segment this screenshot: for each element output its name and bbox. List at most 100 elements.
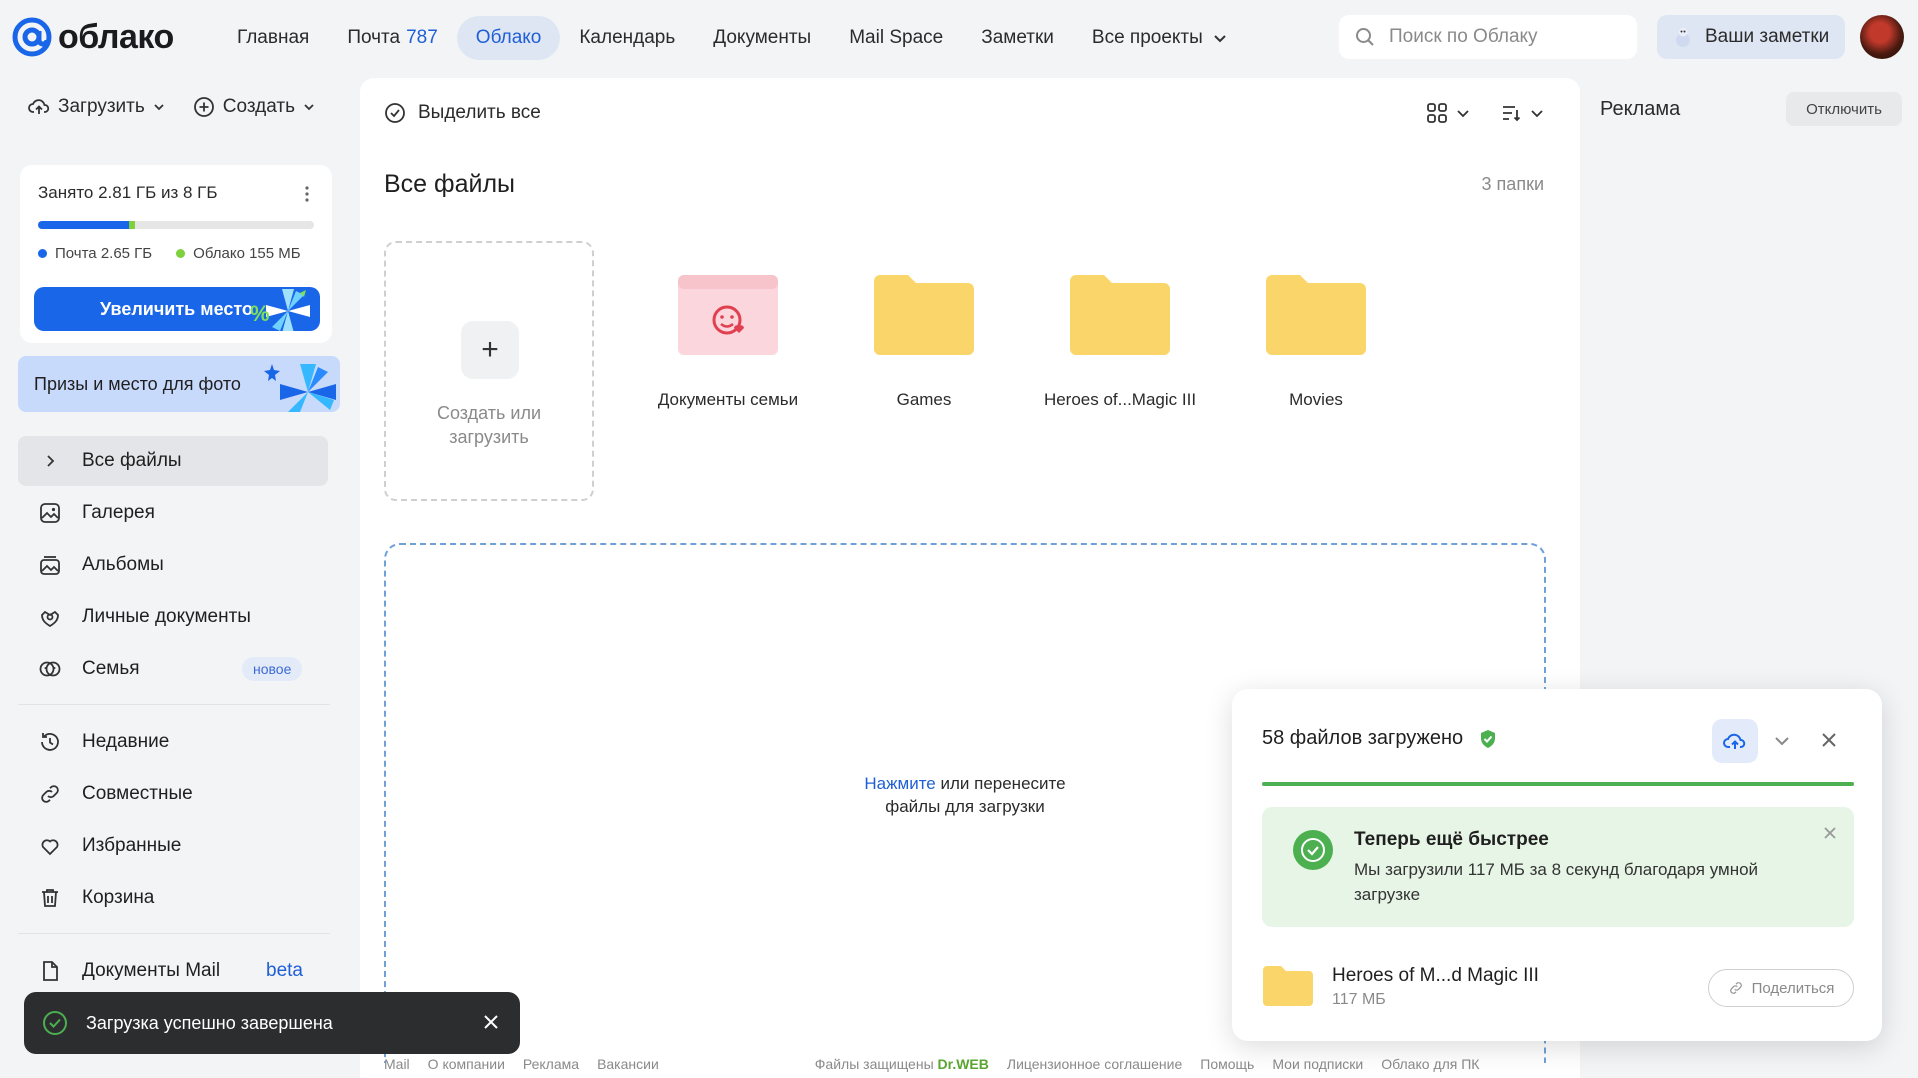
sidebar-item-all-files[interactable]: Все файлы: [18, 436, 328, 486]
create-button[interactable]: Создать: [193, 96, 315, 118]
upload-cloud-button[interactable]: [1712, 719, 1758, 763]
history-icon: [38, 730, 62, 754]
create-tile-label: Создать или загрузить: [386, 401, 592, 449]
nav-all-projects[interactable]: Все проекты: [1073, 16, 1246, 60]
sort-icon: [1503, 106, 1521, 122]
promo-label: Призы и место для фото: [34, 373, 241, 394]
sidebar-item-label: Семья: [82, 658, 140, 679]
sidebar-item-albums[interactable]: Альбомы: [18, 540, 328, 590]
close-icon[interactable]: [1818, 729, 1840, 751]
footer-link[interactable]: Вакансии: [597, 1056, 659, 1072]
uploaded-folder-name: Heroes of M...d Magic III: [1332, 965, 1539, 986]
chevron-down-icon[interactable]: [1772, 731, 1792, 751]
more-vertical-icon[interactable]: [304, 185, 310, 203]
avatar[interactable]: [1860, 15, 1904, 59]
sidebar-item-favorites[interactable]: Избранные: [18, 821, 328, 871]
chevron-down-icon: [1214, 35, 1226, 43]
toast-text: Загрузка успешно завершена: [86, 1012, 333, 1033]
at-logo-icon: [12, 17, 52, 57]
folder-family-docs[interactable]: Документы семьи: [628, 274, 828, 410]
uploaded-folder-row[interactable]: Heroes of M...d Magic III 117 МБ: [1262, 965, 1539, 1012]
new-badge: новое: [242, 657, 303, 681]
toast-notification: Загрузка успешно завершена: [24, 992, 520, 1054]
uploaded-folder-size: 117 МБ: [1332, 991, 1386, 1008]
nav-home-label: Главная: [237, 27, 310, 48]
sidebar-item-trash[interactable]: Корзина: [18, 873, 328, 923]
mail-count: 787: [406, 27, 438, 48]
footer-link[interactable]: Облако для ПК: [1381, 1056, 1479, 1072]
close-icon[interactable]: [1822, 825, 1838, 841]
sidebar-item-family[interactable]: Семья новое: [18, 644, 328, 694]
grid-icon: [1427, 103, 1447, 123]
folder-heroes[interactable]: Heroes of...Magic III: [1020, 274, 1220, 410]
sidebar-item-mail-docs[interactable]: Документы Mail beta: [18, 946, 328, 996]
footer-link[interactable]: Реклама: [523, 1056, 579, 1072]
folder-games[interactable]: Games: [824, 274, 1024, 410]
upload-progress-fill: [1262, 782, 1854, 786]
nav-calendar[interactable]: Календарь: [560, 16, 694, 60]
create-tile-line1: Создать или: [436, 403, 542, 423]
upload-panel-title-text: 58 файлов загружено: [1262, 727, 1464, 749]
create-or-upload-tile[interactable]: + Создать или загрузить: [384, 241, 594, 501]
sidebar-item-personal-docs[interactable]: Личные документы: [18, 592, 328, 642]
page-title: Все файлы: [384, 170, 516, 198]
nav-home[interactable]: Главная: [218, 16, 328, 60]
trash-icon: [38, 886, 62, 910]
disable-ads-button[interactable]: Отключить: [1786, 92, 1902, 126]
documents-icon: [38, 605, 62, 629]
sort-button[interactable]: [1500, 102, 1544, 124]
legend-mail-label: Почта 2.65 ГБ: [55, 245, 153, 262]
your-notes-button[interactable]: Ваши заметки: [1657, 15, 1845, 59]
drweb-logo[interactable]: Dr.WEB: [938, 1056, 989, 1072]
folder-icon: [874, 275, 974, 355]
legend-cloud-label: Облако 155 МБ: [193, 245, 301, 262]
promo-banner[interactable]: Призы и место для фото: [18, 356, 340, 412]
upload-button[interactable]: Загрузить: [28, 96, 165, 118]
footer: Mail О компании Реклама Вакансии Файлы з…: [384, 1056, 1479, 1072]
select-all-button[interactable]: Выделить все: [384, 102, 541, 124]
close-icon[interactable]: [480, 1011, 502, 1033]
cloud-upload-icon: [28, 99, 50, 114]
upload-label: Загрузить: [58, 96, 145, 117]
search-icon: [1356, 28, 1374, 46]
share-button[interactable]: Поделиться: [1708, 969, 1854, 1007]
footer-link[interactable]: Лицензионное соглашение: [1007, 1056, 1182, 1072]
nav-documents[interactable]: Документы: [694, 16, 830, 60]
search-input[interactable]: [1389, 26, 1609, 48]
storage-card: Занято 2.81 ГБ из 8 ГБ Почта 2.65 ГБ Обл…: [20, 165, 332, 343]
footer-link[interactable]: Мои подписки: [1272, 1056, 1363, 1072]
footer-link[interactable]: Помощь: [1200, 1056, 1254, 1072]
svg-text:%: %: [250, 301, 270, 326]
search-box[interactable]: [1339, 15, 1637, 59]
mail-dot: [38, 249, 47, 258]
sidebar-item-gallery[interactable]: Галерея: [18, 488, 328, 538]
sidebar-item-label: Избранные: [82, 835, 182, 856]
nav-notes[interactable]: Заметки: [962, 16, 1073, 60]
link-icon: [1729, 982, 1742, 994]
drop-zone-click-link[interactable]: Нажмите: [864, 774, 935, 793]
check-circle-icon: [43, 1011, 67, 1035]
sidebar-item-recent[interactable]: Недавние: [18, 717, 328, 767]
drop-zone-text1: или перенесите: [935, 774, 1066, 793]
sidebar-item-shared[interactable]: Совместные: [18, 769, 328, 819]
logo[interactable]: облако: [12, 17, 174, 57]
nav-mail-space-label: Mail Space: [849, 27, 944, 48]
folder-movies[interactable]: Movies: [1216, 274, 1416, 410]
link-icon: [38, 782, 62, 806]
share-label: Поделиться: [1751, 979, 1835, 997]
footer-link[interactable]: О компании: [428, 1056, 505, 1072]
sidebar-divider: [18, 933, 330, 934]
sidebar-item-label: Недавние: [82, 731, 170, 752]
storage-used-text: Занято 2.81 ГБ из 8 ГБ: [38, 183, 218, 202]
footer-link[interactable]: Mail: [384, 1056, 410, 1072]
header: облако Главная Почта 787 Облако Календарь…: [0, 0, 1918, 76]
burst-icon: [264, 364, 336, 412]
view-mode-button[interactable]: [1426, 102, 1470, 124]
nav-cloud[interactable]: Облако: [456, 16, 561, 60]
increase-space-button[interactable]: Увеличить место %: [34, 287, 320, 331]
nav-mail-space[interactable]: Mail Space: [830, 16, 962, 60]
nav-mail[interactable]: Почта 787: [328, 16, 456, 60]
chevron-down-icon: [1457, 110, 1469, 118]
footer-protected: Файлы защищены Dr.WEB: [815, 1056, 989, 1072]
your-notes-label: Ваши заметки: [1705, 26, 1830, 47]
